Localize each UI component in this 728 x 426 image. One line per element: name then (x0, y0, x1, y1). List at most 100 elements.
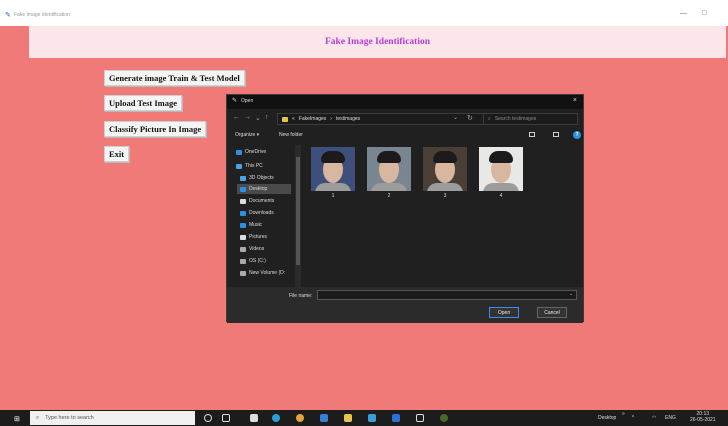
navigation-pane: OneDrive This PC 3D Objects Desktop Docu… (233, 147, 301, 287)
file-item[interactable]: 3 (423, 147, 467, 203)
sidebar-item-label: Music (249, 222, 263, 228)
taskbar-search-input[interactable]: ⌕ Type here to search (30, 411, 195, 425)
banner: Fake Image Identification (29, 26, 726, 58)
wifi-icon[interactable]: ◠ (652, 415, 656, 421)
file-name: 2 (387, 193, 391, 199)
sidebar-item-3d-objects[interactable]: 3D Objects (237, 173, 274, 183)
sidebar-item-os-c[interactable]: OS (C:) (237, 256, 266, 266)
sidebar-item-label: Pictures (249, 234, 268, 240)
search-input[interactable]: ⌕ Search testimages (483, 113, 578, 125)
photo-hair (377, 151, 401, 163)
sidebar-item-videos[interactable]: Videos (237, 244, 264, 254)
face-photo-thumbnail (311, 147, 355, 191)
refresh-icon[interactable]: ↻ (467, 114, 473, 122)
scrollbar-thumb[interactable] (296, 157, 300, 265)
app-icon[interactable] (392, 414, 400, 422)
desktop-icon (240, 186, 246, 192)
open-file-dialog: ✎ Open × ← → ⌄ ↑ « FakeImages › testimag… (226, 94, 584, 323)
sidebar-item-label: 3D Objects (249, 175, 274, 181)
dialog-footer: File name: ⌄ Open Cancel (227, 287, 583, 323)
document-icon (240, 198, 246, 204)
sidebar-item-desktop[interactable]: Desktop (237, 184, 291, 194)
back-arrow-icon[interactable]: ← (233, 114, 240, 121)
tray-desktop-label[interactable]: Desktop (598, 415, 616, 421)
chevron-down-icon[interactable]: ⌄ (569, 291, 573, 297)
sidebar-item-label: New Volume (D: (249, 270, 286, 276)
sidebar-item-music[interactable]: Music (237, 220, 262, 230)
task-view-icon[interactable] (222, 414, 230, 422)
folder-icon (282, 116, 288, 122)
maximize-button[interactable]: □ (702, 10, 706, 17)
open-button[interactable]: Open (489, 307, 519, 318)
view-options-icon[interactable] (529, 132, 535, 137)
file-name: 4 (499, 193, 503, 199)
file-name-label: File name: (289, 293, 313, 299)
generate-model-button[interactable]: Generate image Train & Test Model (104, 70, 245, 86)
cancel-button[interactable]: Cancel (537, 307, 567, 318)
sidebar-item-pictures[interactable]: Pictures (237, 232, 267, 242)
sidebar-item-label: This PC (245, 163, 263, 169)
cloud-icon (236, 149, 242, 155)
windows-start-icon[interactable]: ⊞ (14, 415, 20, 423)
help-icon[interactable]: ? (573, 131, 581, 139)
sidebar-item-new-volume-d[interactable]: New Volume (D: (237, 268, 285, 278)
mail-icon[interactable] (368, 414, 376, 422)
address-dropdown-icon[interactable]: ⌄ (453, 114, 458, 121)
upload-test-image-button[interactable]: Upload Test Image (104, 95, 183, 111)
face-photo-thumbnail (367, 147, 411, 191)
file-name: 3 (443, 193, 447, 199)
sidebar-item-label: OneDrive (245, 149, 267, 155)
exit-button[interactable]: Exit (104, 146, 130, 162)
sidebar-item-label: Desktop (249, 186, 268, 192)
breadcrumb-separator: › (330, 116, 332, 122)
file-item[interactable]: 4 (479, 147, 523, 203)
taskbar-search-placeholder: Type here to search (45, 415, 94, 421)
photo-hair (321, 151, 345, 163)
sidebar-item-documents[interactable]: Documents (237, 196, 274, 206)
chrome-icon[interactable] (296, 414, 304, 422)
photo-shirt (427, 183, 463, 191)
forward-arrow-icon[interactable]: → (244, 114, 251, 121)
python-icon[interactable] (440, 414, 448, 422)
photo-shirt (483, 183, 519, 191)
preview-pane-icon[interactable] (553, 132, 559, 137)
tray-chevron-icon[interactable]: » (622, 411, 625, 417)
up-arrow-icon[interactable]: ↑ (265, 114, 269, 121)
sidebar-item-label: OS (C:) (249, 258, 266, 264)
breadcrumb-prefix: « (292, 116, 295, 122)
organize-menu[interactable]: Organize ▾ (235, 132, 259, 138)
new-folder-button[interactable]: New folder (279, 132, 303, 138)
classify-picture-button[interactable]: Classify Picture In Image (104, 121, 207, 137)
taskbar: ⊞ ⌕ Type here to search Desktop » ^ ◠ EN… (0, 410, 728, 426)
sidebar-item-label: Downloads (249, 210, 274, 216)
language-indicator[interactable]: ENG (665, 415, 676, 421)
history-dropdown-icon[interactable]: ⌄ (255, 114, 261, 122)
edge-icon[interactable] (272, 414, 280, 422)
sidebar-scrollbar[interactable] (295, 145, 301, 287)
minimize-button[interactable]: — (680, 10, 687, 17)
sidebar-item-this-pc[interactable]: This PC (233, 161, 263, 171)
breadcrumb-item[interactable]: FakeImages (299, 116, 327, 122)
app-icon[interactable] (320, 414, 328, 422)
tray-up-icon[interactable]: ^ (632, 415, 634, 421)
breadcrumb-item[interactable]: testimages (336, 116, 360, 122)
sidebar-item-label: Documents (249, 198, 275, 204)
drive-icon (240, 270, 246, 276)
taskbar-clock[interactable]: 20:13 26-05-2021 (690, 411, 716, 423)
music-icon (240, 222, 246, 228)
file-explorer-icon[interactable] (344, 414, 352, 422)
file-name-input[interactable] (317, 290, 577, 300)
cortana-icon[interactable] (204, 414, 212, 422)
photo-hair (489, 151, 513, 163)
feather-icon: ✎ (232, 98, 238, 104)
file-name: 1 (331, 193, 335, 199)
close-icon[interactable]: × (573, 97, 577, 104)
pictures-icon (240, 234, 246, 240)
sidebar-item-onedrive[interactable]: OneDrive (233, 147, 266, 157)
file-item[interactable]: 2 (367, 147, 411, 203)
sidebar-item-downloads[interactable]: Downloads (237, 208, 274, 218)
file-item[interactable]: 1 (311, 147, 355, 203)
search-icon: ⌕ (488, 116, 491, 122)
store-icon[interactable] (250, 414, 258, 422)
terminal-icon[interactable] (416, 414, 424, 422)
